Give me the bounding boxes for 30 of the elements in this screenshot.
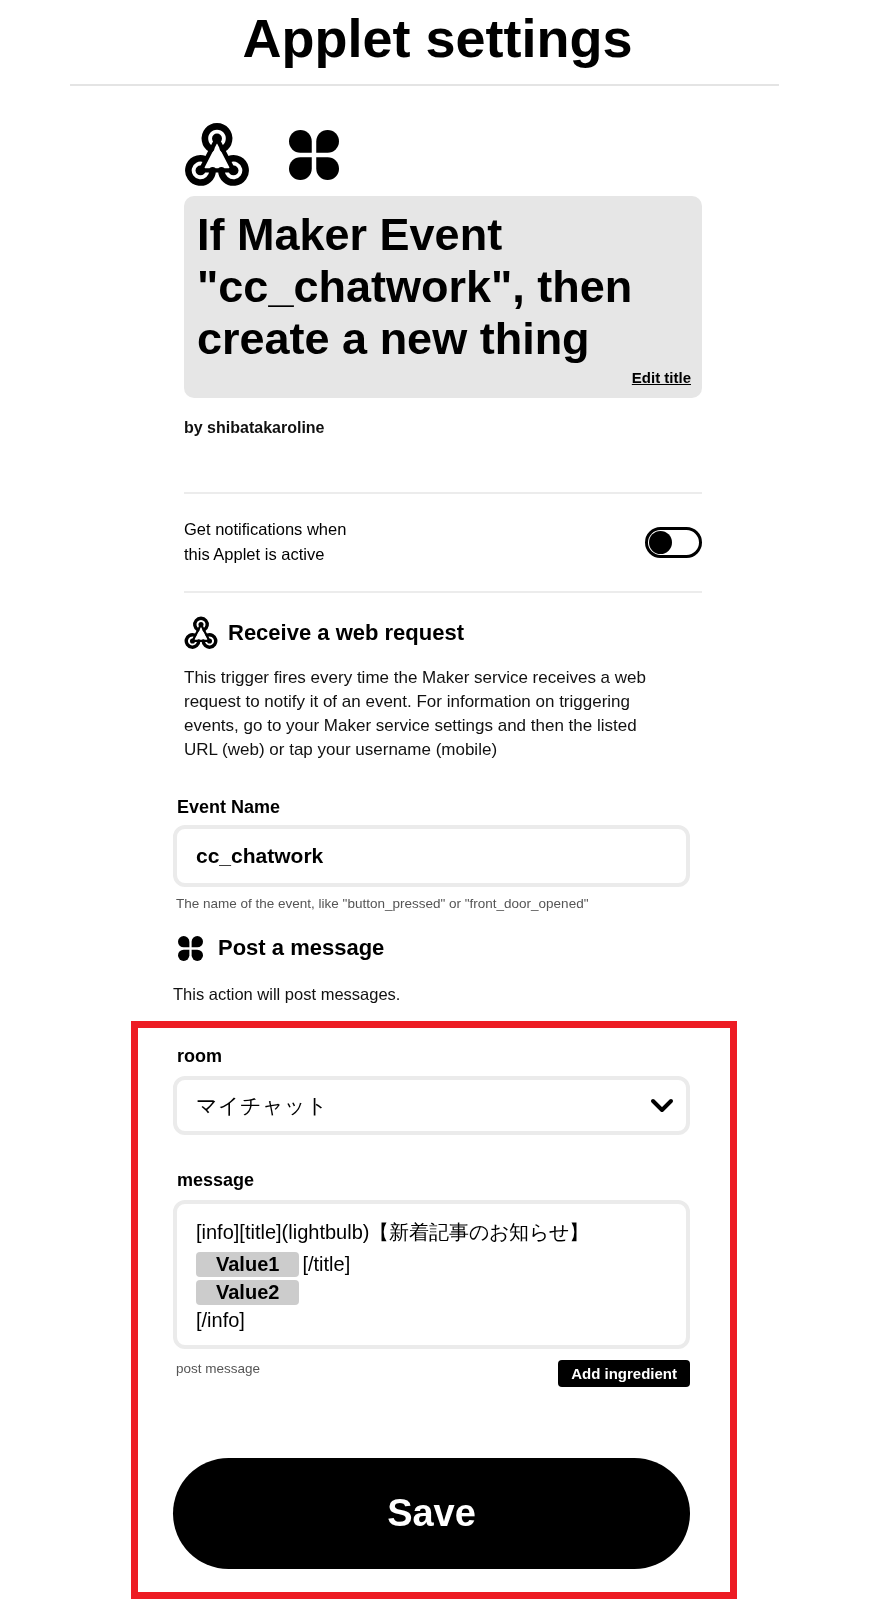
field-label: room — [176, 1045, 223, 1067]
message-text: [/info] — [196, 1309, 245, 1331]
trigger-title: Receive a web request — [228, 619, 464, 647]
field-hint: post message — [175, 1360, 261, 1377]
ingredient-tag: Value1 — [196, 1252, 300, 1277]
author-text: by shibatakaroline — [184, 419, 326, 437]
add-ingredient-button[interactable]: Add ingredient — [558, 1360, 690, 1387]
edit-title-link[interactable]: Edit title — [631, 369, 691, 386]
action-description: This action will post messages. — [173, 984, 402, 1005]
webhook-icon — [184, 616, 218, 650]
applet-title: If Maker Event "cc_chatwork", then create a new thing — [197, 209, 634, 365]
ingredient-tag: Value2 — [196, 1280, 300, 1305]
text-field[interactable]: cc_chatwork — [173, 825, 690, 887]
save-button[interactable]: Save — [173, 1458, 690, 1569]
four-petal-icon — [289, 130, 339, 180]
message-text: [info][title](lightbulb)【新着記事のお知らせ】 — [196, 1221, 590, 1243]
field-label: message — [176, 1169, 256, 1191]
notification-toggle[interactable] — [645, 526, 702, 558]
action-title: Post a message — [218, 934, 385, 962]
webhook-icon — [184, 122, 250, 188]
four-petal-icon — [178, 935, 203, 961]
trigger-description: This trigger fires every time the Maker service receives a web request to notify it of an event. For information on triggering events, go to your Maker service settings and then the listed URL (web) or tap your username (mobile) — [184, 667, 647, 761]
message-text: [/title] — [302, 1253, 351, 1275]
field-label: Event Name — [176, 796, 282, 818]
message-field[interactable]: [info][title](lightbulb)【新着記事のお知らせ】 Value1 [/title] Value2 [/info] — [173, 1200, 690, 1349]
field-hint: The name of the event, like "button_pressed" or "front_door_opened" — [175, 895, 590, 912]
select-field[interactable]: マイチャット — [173, 1076, 690, 1135]
chevron-down-icon — [650, 1097, 674, 1114]
page-title: Applet settings — [241, 7, 634, 69]
notification-label: Get notifications when this Applet is active — [184, 519, 348, 565]
